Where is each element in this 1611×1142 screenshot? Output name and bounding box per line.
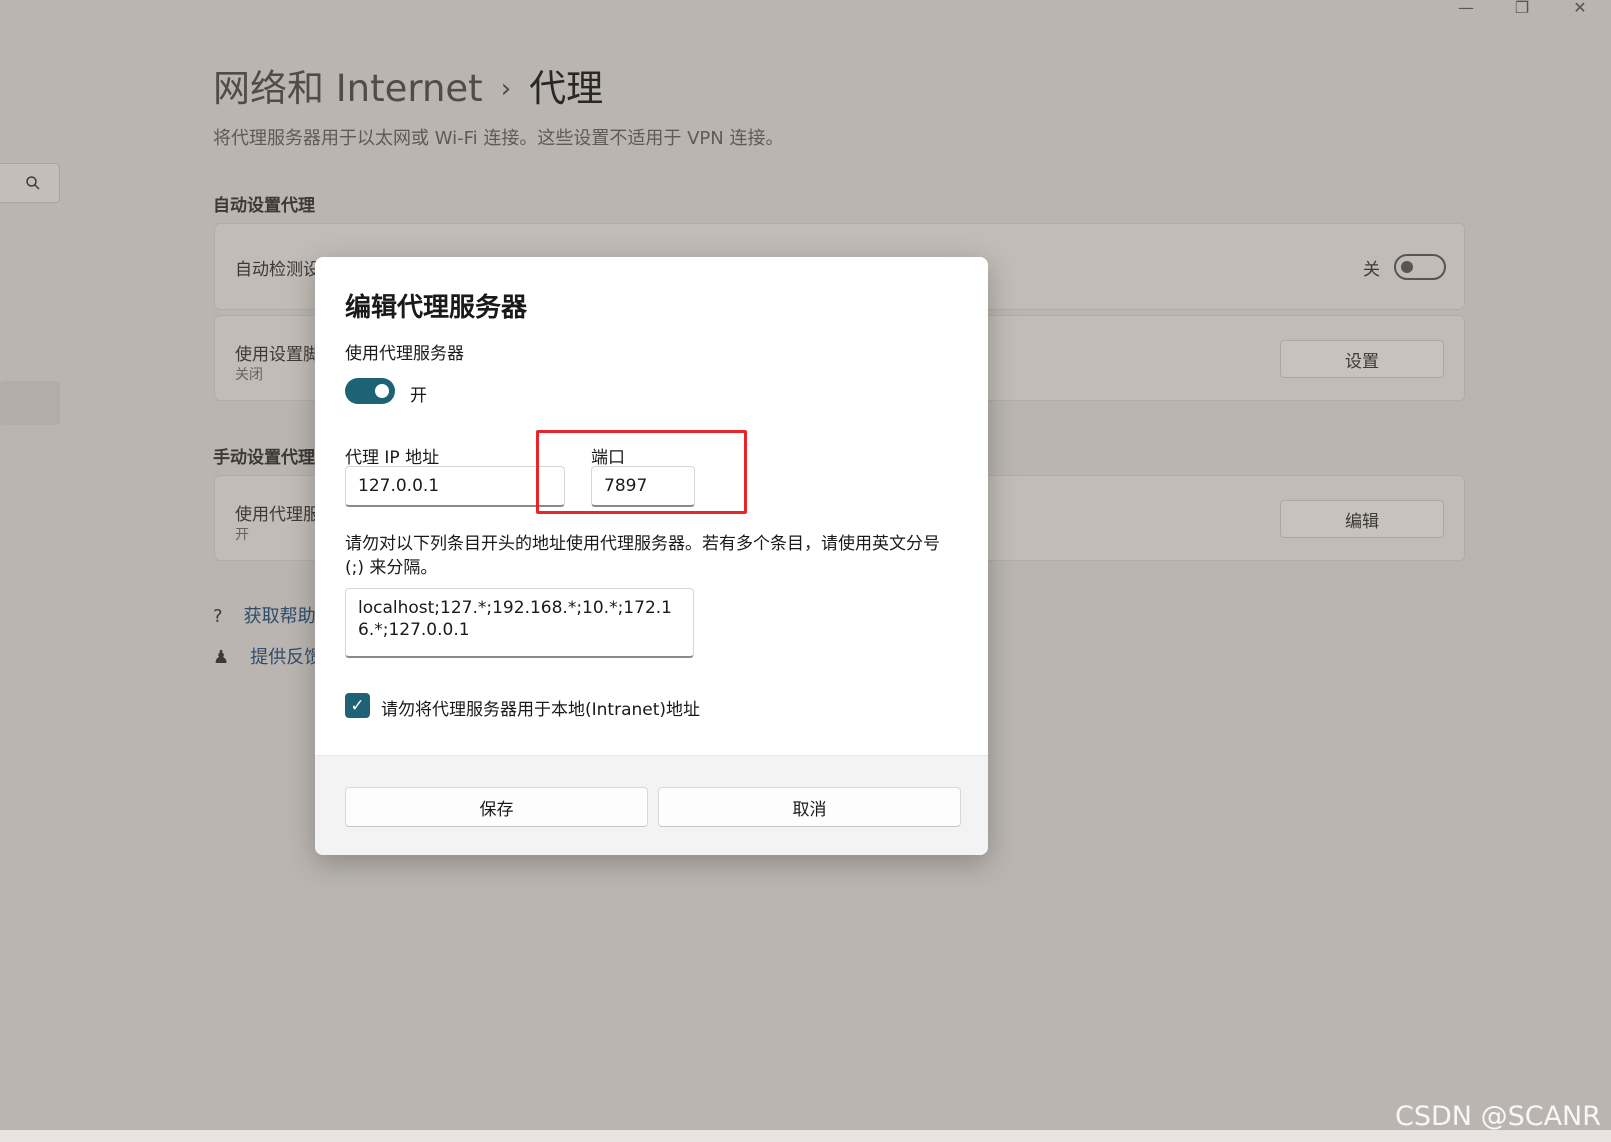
ip-address-label: 代理 IP 地址	[345, 448, 440, 468]
toggle-knob	[375, 384, 389, 398]
page-title: 代理	[529, 67, 604, 110]
auto-detect-state: 关	[1363, 260, 1380, 280]
help-icon: ?	[213, 606, 223, 627]
bypass-local-label[interactable]: 请勿将代理服务器用于本地(Intranet)地址	[381, 695, 700, 720]
close-icon: ✕	[1573, 0, 1587, 17]
manual-proxy-heading: 手动设置代理	[213, 448, 315, 468]
manual-proxy-label: 使用代理服	[235, 505, 320, 525]
ip-address-input[interactable]: 127.0.0.1	[345, 466, 565, 507]
settings-search-box[interactable]	[0, 163, 60, 203]
get-help-link[interactable]: 获取帮助	[244, 606, 316, 627]
exceptions-textarea[interactable]: localhost;127.*;192.168.*;10.*;172.16.*;…	[345, 588, 694, 658]
setup-script-status: 关闭	[235, 367, 263, 383]
manual-proxy-status: 开	[235, 527, 249, 543]
close-window-button[interactable]: ✕	[1552, 0, 1608, 17]
restore-button[interactable]: ❐	[1494, 0, 1550, 17]
auto-detect-toggle[interactable]	[1394, 254, 1446, 280]
help-link-row[interactable]: ? 获取帮助	[213, 602, 316, 628]
bypass-local-checkbox[interactable]: ✓	[345, 693, 370, 718]
watermark: CSDN @SCANR	[1395, 1101, 1601, 1132]
give-feedback-link[interactable]: 提供反馈	[250, 647, 322, 668]
nav-item-selected[interactable]	[0, 381, 60, 425]
minimize-button[interactable]: —	[1438, 0, 1494, 17]
toggle-knob	[1401, 261, 1413, 273]
exceptions-description: 请勿对以下列条目开头的地址使用代理服务器。若有多个条目，请使用英文分号 (;) …	[345, 534, 940, 578]
use-proxy-state: 开	[410, 386, 427, 406]
port-highlight-box	[536, 430, 747, 514]
restore-icon: ❐	[1514, 0, 1530, 17]
use-proxy-toggle[interactable]	[345, 378, 395, 404]
edit-proxy-dialog: 编辑代理服务器 使用代理服务器 开 代理 IP 地址 127.0.0.1 端口 …	[315, 257, 988, 855]
search-icon	[26, 176, 40, 190]
save-button[interactable]: 保存	[345, 787, 648, 827]
ip-address-value: 127.0.0.1	[358, 476, 440, 496]
dialog-title: 编辑代理服务器	[345, 293, 528, 323]
breadcrumb-separator: ›	[500, 74, 512, 104]
use-proxy-label: 使用代理服务器	[345, 344, 464, 364]
auto-detect-label: 自动检测设	[235, 260, 320, 280]
dialog-footer: 保存 取消	[315, 755, 988, 855]
feedback-link-row[interactable]: ♟ 提供反馈	[213, 643, 322, 669]
checkmark-icon: ✓	[350, 695, 365, 716]
taskbar	[0, 1130, 1611, 1142]
cancel-button[interactable]: 取消	[658, 787, 961, 827]
setup-script-button[interactable]: 设置	[1280, 340, 1444, 378]
edit-proxy-button[interactable]: 编辑	[1280, 500, 1444, 538]
feedback-icon: ♟	[213, 647, 230, 668]
setup-script-label: 使用设置脚	[235, 345, 320, 365]
minimize-icon: —	[1458, 0, 1474, 17]
breadcrumb-parent[interactable]: 网络和 Internet	[213, 67, 483, 110]
breadcrumb: 网络和 Internet › 代理	[213, 58, 603, 112]
auto-proxy-heading: 自动设置代理	[213, 196, 315, 216]
page-description: 将代理服务器用于以太网或 Wi-Fi 连接。这些设置不适用于 VPN 连接。	[213, 128, 784, 149]
